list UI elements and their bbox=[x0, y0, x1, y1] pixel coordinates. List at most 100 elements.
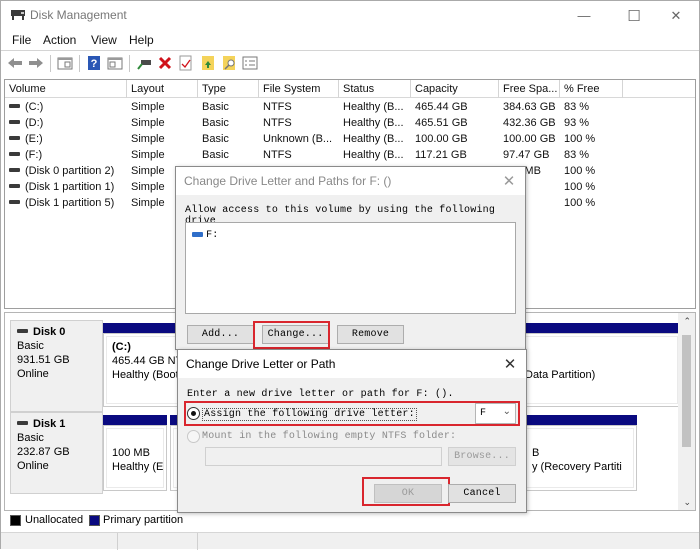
cell-text: Healthy (B... bbox=[343, 149, 404, 161]
mount-folder-label: Mount in the following empty NTFS folder… bbox=[202, 431, 457, 442]
console-tree-icon[interactable] bbox=[57, 55, 73, 71]
column-percent-free[interactable]: % Free bbox=[560, 80, 623, 98]
status-bar bbox=[1, 532, 699, 550]
search-folder-icon[interactable] bbox=[221, 55, 237, 71]
up-folder-icon[interactable] bbox=[200, 55, 216, 71]
connect-disk-icon[interactable] bbox=[136, 55, 152, 71]
volume-row[interactable]: (E:) Simple Basic Unknown (B... Healthy (B..… bbox=[5, 131, 695, 147]
cell-text: 83 % bbox=[564, 149, 590, 161]
disk-1-partition-1-bar bbox=[103, 415, 167, 425]
dialog-close-button[interactable]: ✕ bbox=[499, 171, 519, 191]
cell-status: Healthy (B... bbox=[343, 147, 413, 163]
help-icon[interactable]: ? bbox=[86, 55, 102, 71]
browse-button[interactable]: Browse... bbox=[448, 447, 516, 466]
disk-0-state: Online bbox=[17, 368, 49, 380]
disk-1-partition-1[interactable]: 100 MB Healthy (E bbox=[103, 425, 167, 491]
cell-status: Healthy (B... bbox=[343, 131, 413, 147]
disk-0-partition-data[interactable]: Data Partition) bbox=[517, 333, 681, 407]
disk-1-partition-5[interactable]: B y (Recovery Partiti bbox=[517, 425, 637, 491]
delete-icon[interactable] bbox=[157, 55, 173, 71]
vertical-scrollbar[interactable]: ⌃ ⌄ bbox=[678, 313, 695, 510]
partition-size: 465.44 GB NTF bbox=[112, 355, 183, 367]
action-pane-icon[interactable] bbox=[107, 55, 123, 71]
cell-free: 100.00 GB bbox=[503, 131, 561, 147]
minimize-button[interactable]: — bbox=[561, 1, 607, 30]
back-icon[interactable] bbox=[7, 55, 23, 71]
volume-row[interactable]: (F:) Simple Basic NTFS Healthy (B... 117.21 G… bbox=[5, 147, 695, 163]
cell-text: (D:) bbox=[25, 117, 44, 129]
column-layout[interactable]: Layout bbox=[127, 80, 198, 98]
disk-1-info[interactable]: Disk 1 Basic 232.87 GB Online bbox=[10, 412, 103, 494]
disk-0-info[interactable]: Disk 0 Basic 931.51 GB Online bbox=[10, 320, 103, 412]
close-button[interactable]: ✕ bbox=[653, 1, 699, 30]
column-free-space[interactable]: Free Spa... bbox=[499, 80, 560, 98]
dialog-close-button[interactable]: ✕ bbox=[500, 354, 520, 374]
cell-text: Simple bbox=[131, 133, 165, 145]
volume-row[interactable]: (C:) Simple Basic NTFS Healthy (B... 465.44 G… bbox=[5, 99, 695, 115]
scrollbar-thumb[interactable] bbox=[682, 335, 691, 447]
column-file-system[interactable]: File System bbox=[259, 80, 339, 98]
cell-volume: (Disk 1 partition 5) bbox=[9, 195, 127, 211]
cell-text: (Disk 0 partition 2) bbox=[25, 165, 115, 177]
forward-icon[interactable] bbox=[28, 55, 44, 71]
cell-text: 100 % bbox=[564, 133, 596, 145]
column-capacity[interactable]: Capacity bbox=[411, 80, 499, 98]
cell-type: Basic bbox=[202, 99, 260, 115]
disk-0-size: 931.51 GB bbox=[17, 354, 70, 366]
cell-volume: (D:) bbox=[9, 115, 127, 131]
cell-text: Simple bbox=[131, 117, 165, 129]
menu-file[interactable]: File bbox=[12, 33, 31, 47]
cell-layout: Simple bbox=[131, 115, 199, 131]
add-button[interactable]: Add... bbox=[187, 325, 254, 344]
cell-status: Healthy (B... bbox=[343, 115, 413, 131]
minimize-icon: — bbox=[577, 8, 591, 23]
cell-pct: 83 % bbox=[564, 147, 624, 163]
cell-layout: Simple bbox=[131, 131, 199, 147]
volume-drive-icon bbox=[9, 152, 20, 157]
cell-text: Simple bbox=[131, 149, 165, 161]
cell-text: (C:) bbox=[25, 101, 44, 113]
menu-action[interactable]: Action bbox=[43, 33, 76, 47]
cell-free: 97.47 GB bbox=[503, 147, 561, 163]
drive-path-item[interactable]: F: bbox=[192, 228, 218, 241]
cell-volume: (F:) bbox=[9, 147, 127, 163]
drive-path-label: F: bbox=[206, 230, 219, 241]
change-drive-letter-dialog: Change Drive Letter or Path ✕ Enter a ne… bbox=[177, 349, 527, 513]
check-icon[interactable] bbox=[178, 55, 194, 71]
maximize-button[interactable]: ☐ bbox=[611, 1, 657, 30]
cell-type: Basic bbox=[202, 131, 260, 147]
cell-fs: NTFS bbox=[263, 147, 341, 163]
legend-primary-label: Primary partition bbox=[103, 514, 184, 526]
menu-view[interactable]: View bbox=[91, 33, 117, 47]
legend-unallocated-swatch bbox=[10, 515, 21, 526]
disk-0-partition-c[interactable]: (C:) 465.44 GB NTF Healthy (Boot bbox=[103, 333, 183, 407]
cancel-button[interactable]: Cancel bbox=[448, 484, 516, 503]
column-volume[interactable]: Volume bbox=[5, 80, 127, 98]
cell-text: 117.21 GB bbox=[415, 149, 467, 161]
remove-button[interactable]: Remove bbox=[337, 325, 404, 344]
drive-paths-list[interactable]: F: bbox=[185, 222, 516, 314]
cell-layout: Simple bbox=[131, 147, 199, 163]
scroll-up-icon[interactable]: ⌃ bbox=[683, 316, 691, 327]
partition-status: Healthy (E bbox=[112, 461, 164, 473]
disk-1-type: Basic bbox=[17, 432, 44, 444]
cell-layout: Simple bbox=[131, 99, 199, 115]
volume-drive-icon bbox=[9, 184, 20, 189]
column-status[interactable]: Status bbox=[339, 80, 411, 98]
dialog-title-bar: Change Drive Letter or Path ✕ bbox=[178, 350, 526, 378]
partition-label: (C:) bbox=[112, 341, 131, 353]
cell-text: Basic bbox=[202, 101, 229, 113]
column-type[interactable]: Type bbox=[198, 80, 259, 98]
ok-button-highlight bbox=[362, 477, 450, 506]
menu-help[interactable]: Help bbox=[129, 33, 154, 47]
mount-folder-radio[interactable] bbox=[187, 430, 200, 443]
cell-text: Basic bbox=[202, 133, 229, 145]
properties-icon[interactable] bbox=[242, 55, 258, 71]
cell-volume: (Disk 0 partition 2) bbox=[9, 163, 127, 179]
volume-row[interactable]: (D:) Simple Basic NTFS Healthy (B... 465.51 G… bbox=[5, 115, 695, 131]
cell-type: Basic bbox=[202, 115, 260, 131]
cell-text: Simple bbox=[131, 181, 165, 193]
folder-path-input[interactable] bbox=[205, 447, 442, 466]
scroll-down-icon[interactable]: ⌄ bbox=[683, 497, 691, 508]
maximize-icon: ☐ bbox=[627, 7, 641, 25]
